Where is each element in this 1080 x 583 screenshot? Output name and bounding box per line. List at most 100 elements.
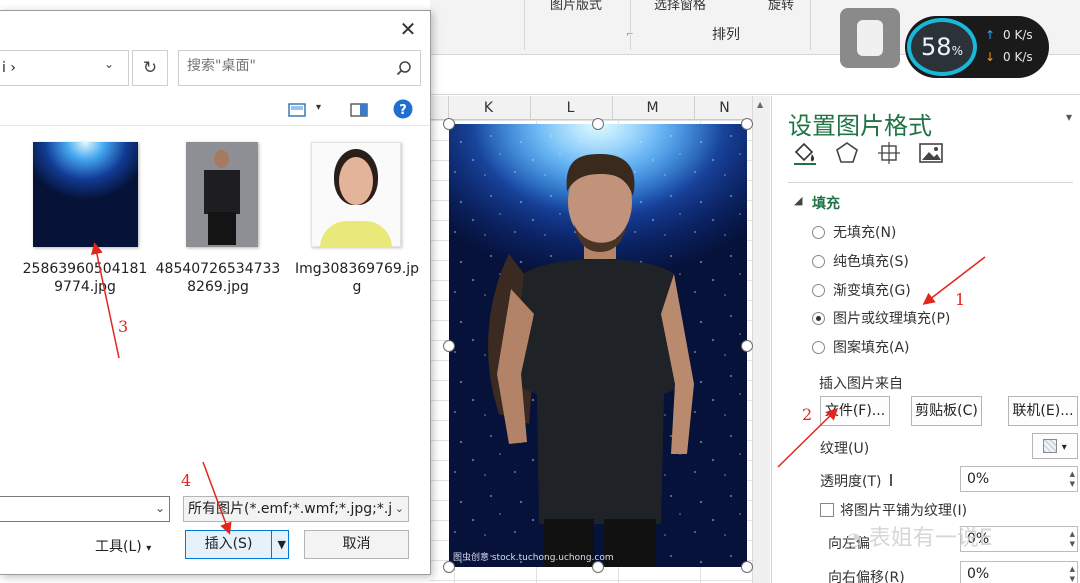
ribbon-divider xyxy=(524,0,525,50)
radio-label: 图片或纹理填充(P) xyxy=(833,311,951,327)
texture-label: 纹理(U) xyxy=(820,441,870,457)
spinner-arrows-icon[interactable]: ▲ ▼ xyxy=(1070,469,1075,489)
fill-section-header[interactable]: 填充 xyxy=(812,193,840,213)
download-speed: 0 K/s xyxy=(1003,50,1033,64)
radio-label: 图案填充(A) xyxy=(833,340,910,356)
chevron-down-icon[interactable]: ⌄ xyxy=(104,57,114,71)
upload-arrow-icon: ↑ xyxy=(985,28,996,42)
resize-handle-left[interactable] xyxy=(443,340,455,352)
tools-label: 工具(L) xyxy=(95,539,142,555)
insert-dropdown-icon[interactable]: ▼ xyxy=(278,538,286,551)
transparency-input[interactable]: 0% ▲ ▼ xyxy=(960,466,1078,492)
picture-layout-button[interactable]: 图片版式 xyxy=(550,0,602,13)
network-speed-widget[interactable]: 58% ↑ 0 K/s ↓ 0 K/s xyxy=(905,16,1049,78)
file-thumbnail-stars[interactable] xyxy=(33,142,138,247)
usb-drive-icon[interactable] xyxy=(840,8,900,68)
radio-label: 纯色填充(S) xyxy=(833,254,909,270)
transparency-value: 0% xyxy=(967,471,990,487)
resize-handle-top-left[interactable] xyxy=(443,118,455,130)
file-list[interactable]: 258639605041819774.jpg 48540726534733826… xyxy=(0,125,430,465)
effects-pentagon-icon[interactable] xyxy=(834,140,860,166)
upload-speed: 0 K/s xyxy=(1003,28,1033,42)
address-text: i xyxy=(2,60,6,76)
search-box[interactable] xyxy=(178,50,421,86)
column-m[interactable]: M xyxy=(612,96,692,120)
resize-handle-bottom-left[interactable] xyxy=(443,561,455,573)
preview-pane-icon[interactable] xyxy=(350,103,368,117)
column-k[interactable]: K xyxy=(448,96,528,120)
ribbon-divider xyxy=(810,0,811,50)
clipboard-button[interactable]: 剪贴板(C) xyxy=(911,396,982,426)
radio-no-fill[interactable]: 无填充(N) xyxy=(812,222,896,242)
chevron-down-icon: ▾ xyxy=(1061,442,1067,453)
search-input[interactable] xyxy=(187,58,387,74)
radio-button[interactable] xyxy=(812,254,825,268)
picture-watermark: 图虫创意 stock.tuchong.uchong.com xyxy=(453,553,614,563)
file-name[interactable]: 258639605041819774.jpg xyxy=(20,260,150,296)
arrange-group-label: 排列 xyxy=(712,27,740,43)
offset-right-input[interactable]: 0% ▲ ▼ xyxy=(960,561,1078,583)
view-dropdown-icon[interactable]: ▾ xyxy=(316,102,321,113)
inserted-picture[interactable]: 图虫创意 stock.tuchong.uchong.com xyxy=(449,124,747,567)
radio-pattern-fill[interactable]: 图案填充(A) xyxy=(812,337,910,357)
usage-percent-sign: % xyxy=(951,44,963,58)
vertical-scrollbar[interactable]: ▲ xyxy=(752,96,770,583)
refresh-icon[interactable]: ↻ xyxy=(132,50,168,86)
filetype-value: 所有图片(*.emf;*.wmf;*.jpg;*.jp xyxy=(188,501,402,517)
resize-handle-right[interactable] xyxy=(741,340,753,352)
resize-handle-bottom[interactable] xyxy=(592,561,604,573)
view-options-icon[interactable] xyxy=(288,103,306,117)
column-n[interactable]: N xyxy=(694,96,754,120)
radio-picture-texture-fill[interactable]: 图片或纹理填充(P) xyxy=(812,308,950,328)
thumbnail-image xyxy=(33,142,138,247)
insert-button[interactable]: 插入(S) ▼ xyxy=(185,530,289,559)
file-button[interactable]: 文件(F)... xyxy=(820,396,890,426)
file-name[interactable]: 485407265347338269.jpg xyxy=(153,260,283,296)
radio-button[interactable] xyxy=(812,225,825,239)
radio-button[interactable] xyxy=(812,283,825,297)
spinner-arrows-icon[interactable]: ▲ ▼ xyxy=(1070,529,1075,549)
file-thumbnail-portrait[interactable] xyxy=(311,142,401,248)
online-button[interactable]: 联机(E)... xyxy=(1008,396,1078,426)
collapse-arrow-icon[interactable]: ◢ xyxy=(794,194,802,207)
picture-icon[interactable] xyxy=(918,140,944,166)
column-header: K L M N xyxy=(430,96,770,120)
file-name[interactable]: Img308369769.jpg xyxy=(292,260,422,296)
cancel-button[interactable]: 取消 xyxy=(304,530,409,559)
insert-button-label[interactable]: 插入(S) xyxy=(186,531,272,558)
spinner-arrows-icon[interactable]: ▲ ▼ xyxy=(1070,564,1075,583)
radio-gradient-fill[interactable]: 渐变填充(G) xyxy=(812,280,911,300)
radio-button-selected[interactable] xyxy=(812,311,825,325)
wechat-icon: ◔ xyxy=(846,529,862,550)
column-l[interactable]: L xyxy=(530,96,610,120)
rotate-button[interactable]: 旋转 xyxy=(768,0,794,13)
download-arrow-icon: ↓ xyxy=(985,50,996,64)
help-icon[interactable]: ? xyxy=(393,99,413,119)
size-properties-icon[interactable] xyxy=(876,140,902,166)
radio-button[interactable] xyxy=(812,340,825,354)
thumbnail-image xyxy=(186,142,258,247)
chevron-down-icon[interactable]: ⌄ xyxy=(391,497,404,521)
chevron-down-icon[interactable]: ⌄ xyxy=(155,501,165,515)
offset-right-value: 0% xyxy=(967,566,990,582)
radio-label: 无填充(N) xyxy=(833,225,897,241)
close-icon[interactable]: ✕ xyxy=(398,17,418,41)
filename-input[interactable]: ⌄ xyxy=(0,496,170,522)
file-thumbnail-man[interactable] xyxy=(186,142,258,247)
chevron-down-icon: ▾ xyxy=(146,543,152,554)
resize-handle-bottom-right[interactable] xyxy=(741,561,753,573)
resize-handle-top[interactable] xyxy=(592,118,604,130)
search-icon[interactable] xyxy=(396,60,412,76)
scroll-up-icon[interactable]: ▲ xyxy=(757,100,763,109)
transparency-label: 透明度(T) xyxy=(820,474,882,490)
pane-options-icon[interactable]: ▾ xyxy=(1066,110,1072,124)
filetype-select[interactable]: 所有图片(*.emf;*.wmf;*.jpg;*.jp ⌄ xyxy=(183,496,409,522)
texture-dropdown[interactable]: ▾ xyxy=(1032,433,1078,459)
fill-line-icon[interactable] xyxy=(792,140,818,166)
transparency-slider[interactable] xyxy=(890,474,892,486)
radio-solid-fill[interactable]: 纯色填充(S) xyxy=(812,251,909,271)
tile-checkbox[interactable] xyxy=(820,503,834,517)
tools-menu[interactable]: 工具(L) ▾ xyxy=(95,536,151,556)
selection-pane-button[interactable]: 选择窗格 xyxy=(654,0,706,13)
resize-handle-top-right[interactable] xyxy=(741,118,753,130)
